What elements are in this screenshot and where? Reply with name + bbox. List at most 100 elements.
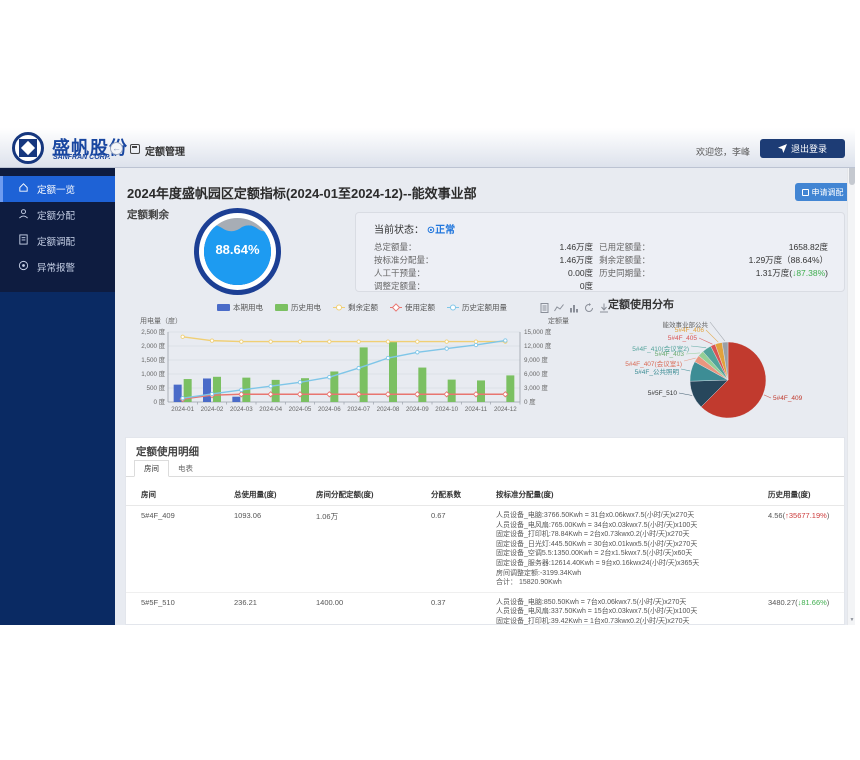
user-icon [18,208,29,222]
pie-slice-label: 5#4F_410(会议室2) [632,343,689,353]
legend-item[interactable]: 历史定额用量 [447,302,507,313]
svg-text:500 度: 500 度 [146,383,165,392]
svg-text:2024-08: 2024-08 [377,406,400,413]
doc-icon [18,234,29,248]
status-label: 当前状态： [374,225,424,236]
svg-text:2024-11: 2024-11 [465,406,488,413]
svg-text:0 度: 0 度 [524,397,536,406]
cell-standard: 人员设备_电脑:3766.50Kwh = 31台x0.06kwx7.5(小时/天… [496,511,768,588]
svg-text:2024-05: 2024-05 [289,406,312,413]
detail-table: 房间总使用量(度)房间分配定额(度)分配系数按标准分配量(度)历史用量(度) 5… [126,484,844,625]
sidebar: 定额一览定额分配定额调配异常报警 [0,168,115,625]
sidebar-item-1[interactable]: 定额一览 [0,176,115,202]
svg-text:15,000 度: 15,000 度 [524,327,552,336]
pie-slice-label: 5#4F_409 [773,395,802,402]
cell-coefficient: 0.67 [431,511,496,588]
detail-tab-1[interactable]: 房间 [134,460,169,477]
stat-row: 按标准分配量：1.46万度 [374,255,593,266]
company-name-en: SANFRAN CORP. [53,154,110,161]
top-bar: 盛帆股份 SANFRAN CORP. ← 定额管理 欢迎您，李峰 退出登录 [0,128,855,168]
sidebar-item-label: 定额调配 [37,234,75,248]
welcome-text: 欢迎您，李峰 [696,145,750,158]
svg-text:2024-12: 2024-12 [494,406,517,413]
vertical-scrollbar[interactable]: ▲ ▼ [847,128,855,625]
status-state: 正常 [435,225,455,236]
apply-reallocate-button[interactable]: 申请调配 [795,183,850,201]
legend-label: 历史用电 [291,302,321,313]
cell-total: 1093.06 [234,511,316,588]
apply-label: 申请调配 [812,187,844,198]
bar-chart-icon[interactable] [569,300,579,318]
svg-text:2024-04: 2024-04 [259,406,282,413]
sidebar-item-3[interactable]: 定额调配 [0,228,115,254]
scroll-down-arrow[interactable]: ▼ [848,616,855,625]
table-column-header: 总使用量(度) [234,489,316,500]
legend-item[interactable]: 本期用电 [217,302,263,313]
page-title: 2024年度盛帆园区定额指标(2024-01至2024-12)--能效事业部 [127,183,477,202]
table-column-header: 按标准分配量(度) [496,489,768,500]
app-window: 盛帆股份 SANFRAN CORP. ← 定额管理 欢迎您，李峰 退出登录 定额… [0,128,855,625]
legend-item[interactable]: 剩余定额 [333,302,378,313]
usage-bar-chart: 0 度500 度1,000 度1,500 度2,000 度2,500 度0 度3… [132,324,562,424]
svg-text:2024-09: 2024-09 [406,406,429,413]
table-column-header: 历史用量(度) [768,489,844,500]
svg-text:2024-01: 2024-01 [171,406,194,413]
stat-row: 总定额量：1.46万度 [374,242,593,253]
legend-item[interactable]: 历史用电 [275,302,321,313]
quota-detail-panel: 定额使用明细 房间电表 房间总使用量(度)房间分配定额(度)分配系数按标准分配量… [125,437,845,625]
stat-row: 已用定额量：1658.82度 [599,242,828,253]
legend-label: 历史定额用量 [462,302,507,313]
home-icon [18,182,29,196]
svg-text:2,500 度: 2,500 度 [141,327,166,336]
table-row[interactable]: 5#5F_510236.211400.000.37人员设备_电脑:850.50K… [126,593,844,625]
back-icon[interactable]: ← [110,142,123,155]
logout-plane-icon [778,144,787,153]
pie-slice-label: 5#4F_407(会议室1) [625,358,682,368]
pie-slice-label: 5#5F_510 [648,390,677,397]
table-column-header: 房间 [141,489,234,500]
detail-tab-2[interactable]: 电表 [169,460,202,477]
gauge-liquid: 88.64% [204,218,271,285]
sidebar-item-label: 定额一览 [37,182,75,196]
stat-row: 剩余定额量：1.29万度（88.64%） [599,255,828,266]
svg-text:2,000 度: 2,000 度 [141,341,166,350]
cell-room: 5#5F_510 [141,598,234,625]
svg-text:1,500 度: 1,500 度 [141,355,166,364]
pie-slice-label: 能效事业部公共 [663,319,709,329]
sidebar-item-2[interactable]: 定额分配 [0,202,115,228]
stat-row: 人工干预量：0.00度 [374,268,593,279]
svg-text:12,000 度: 12,000 度 [524,341,552,350]
quota-gauge: 88.64% [194,208,281,295]
quota-remaining-label: 定额剩余 [127,207,169,222]
sidebar-item-4[interactable]: 异常报警 [0,254,115,280]
chart-legend: 本期用电 历史用电 剩余定额 使用定额 历史定额用量 [132,302,592,313]
cell-coefficient: 0.37 [431,598,496,625]
svg-text:9,000 度: 9,000 度 [524,355,549,364]
page: 盛帆股份 SANFRAN CORP. ← 定额管理 欢迎您，李峰 退出登录 定额… [0,0,860,760]
svg-text:2024-03: 2024-03 [230,406,253,413]
svg-text:2024-07: 2024-07 [347,406,370,413]
module-icon [130,144,140,154]
alert-icon [18,260,29,274]
apply-icon [802,189,809,196]
sidebar-item-label: 异常报警 [37,260,75,274]
svg-text:0 度: 0 度 [153,397,165,406]
logout-button[interactable]: 退出登录 [760,139,845,158]
table-column-header: 房间分配定额(度) [316,489,431,500]
svg-text:2024-10: 2024-10 [435,406,458,413]
status-panel: 当前状态： ⊙正常 总定额量：1.46万度按标准分配量：1.46万度人工干预量：… [355,212,845,292]
restore-icon[interactable] [584,300,594,318]
svg-text:2024-06: 2024-06 [318,406,341,413]
svg-text:2024-02: 2024-02 [201,406,224,413]
detail-tabs: 房间电表 [126,460,844,477]
stat-row: 历史同期量：1.31万度(↓87.38%) [599,268,828,279]
cell-history: 4.56(↑35677.19%) [768,511,844,588]
company-logo-icon [12,132,44,164]
current-status: 当前状态： ⊙正常 [374,221,828,236]
table-row[interactable]: 5#4F_4091093.061.06万0.67人员设备_电脑:3766.50K… [126,506,844,593]
module-title: 定额管理 [145,143,185,158]
legend-label: 使用定额 [405,302,435,313]
legend-item[interactable]: 使用定额 [390,302,435,313]
svg-text:1,000 度: 1,000 度 [141,369,166,378]
table-column-header: 分配系数 [431,489,496,500]
